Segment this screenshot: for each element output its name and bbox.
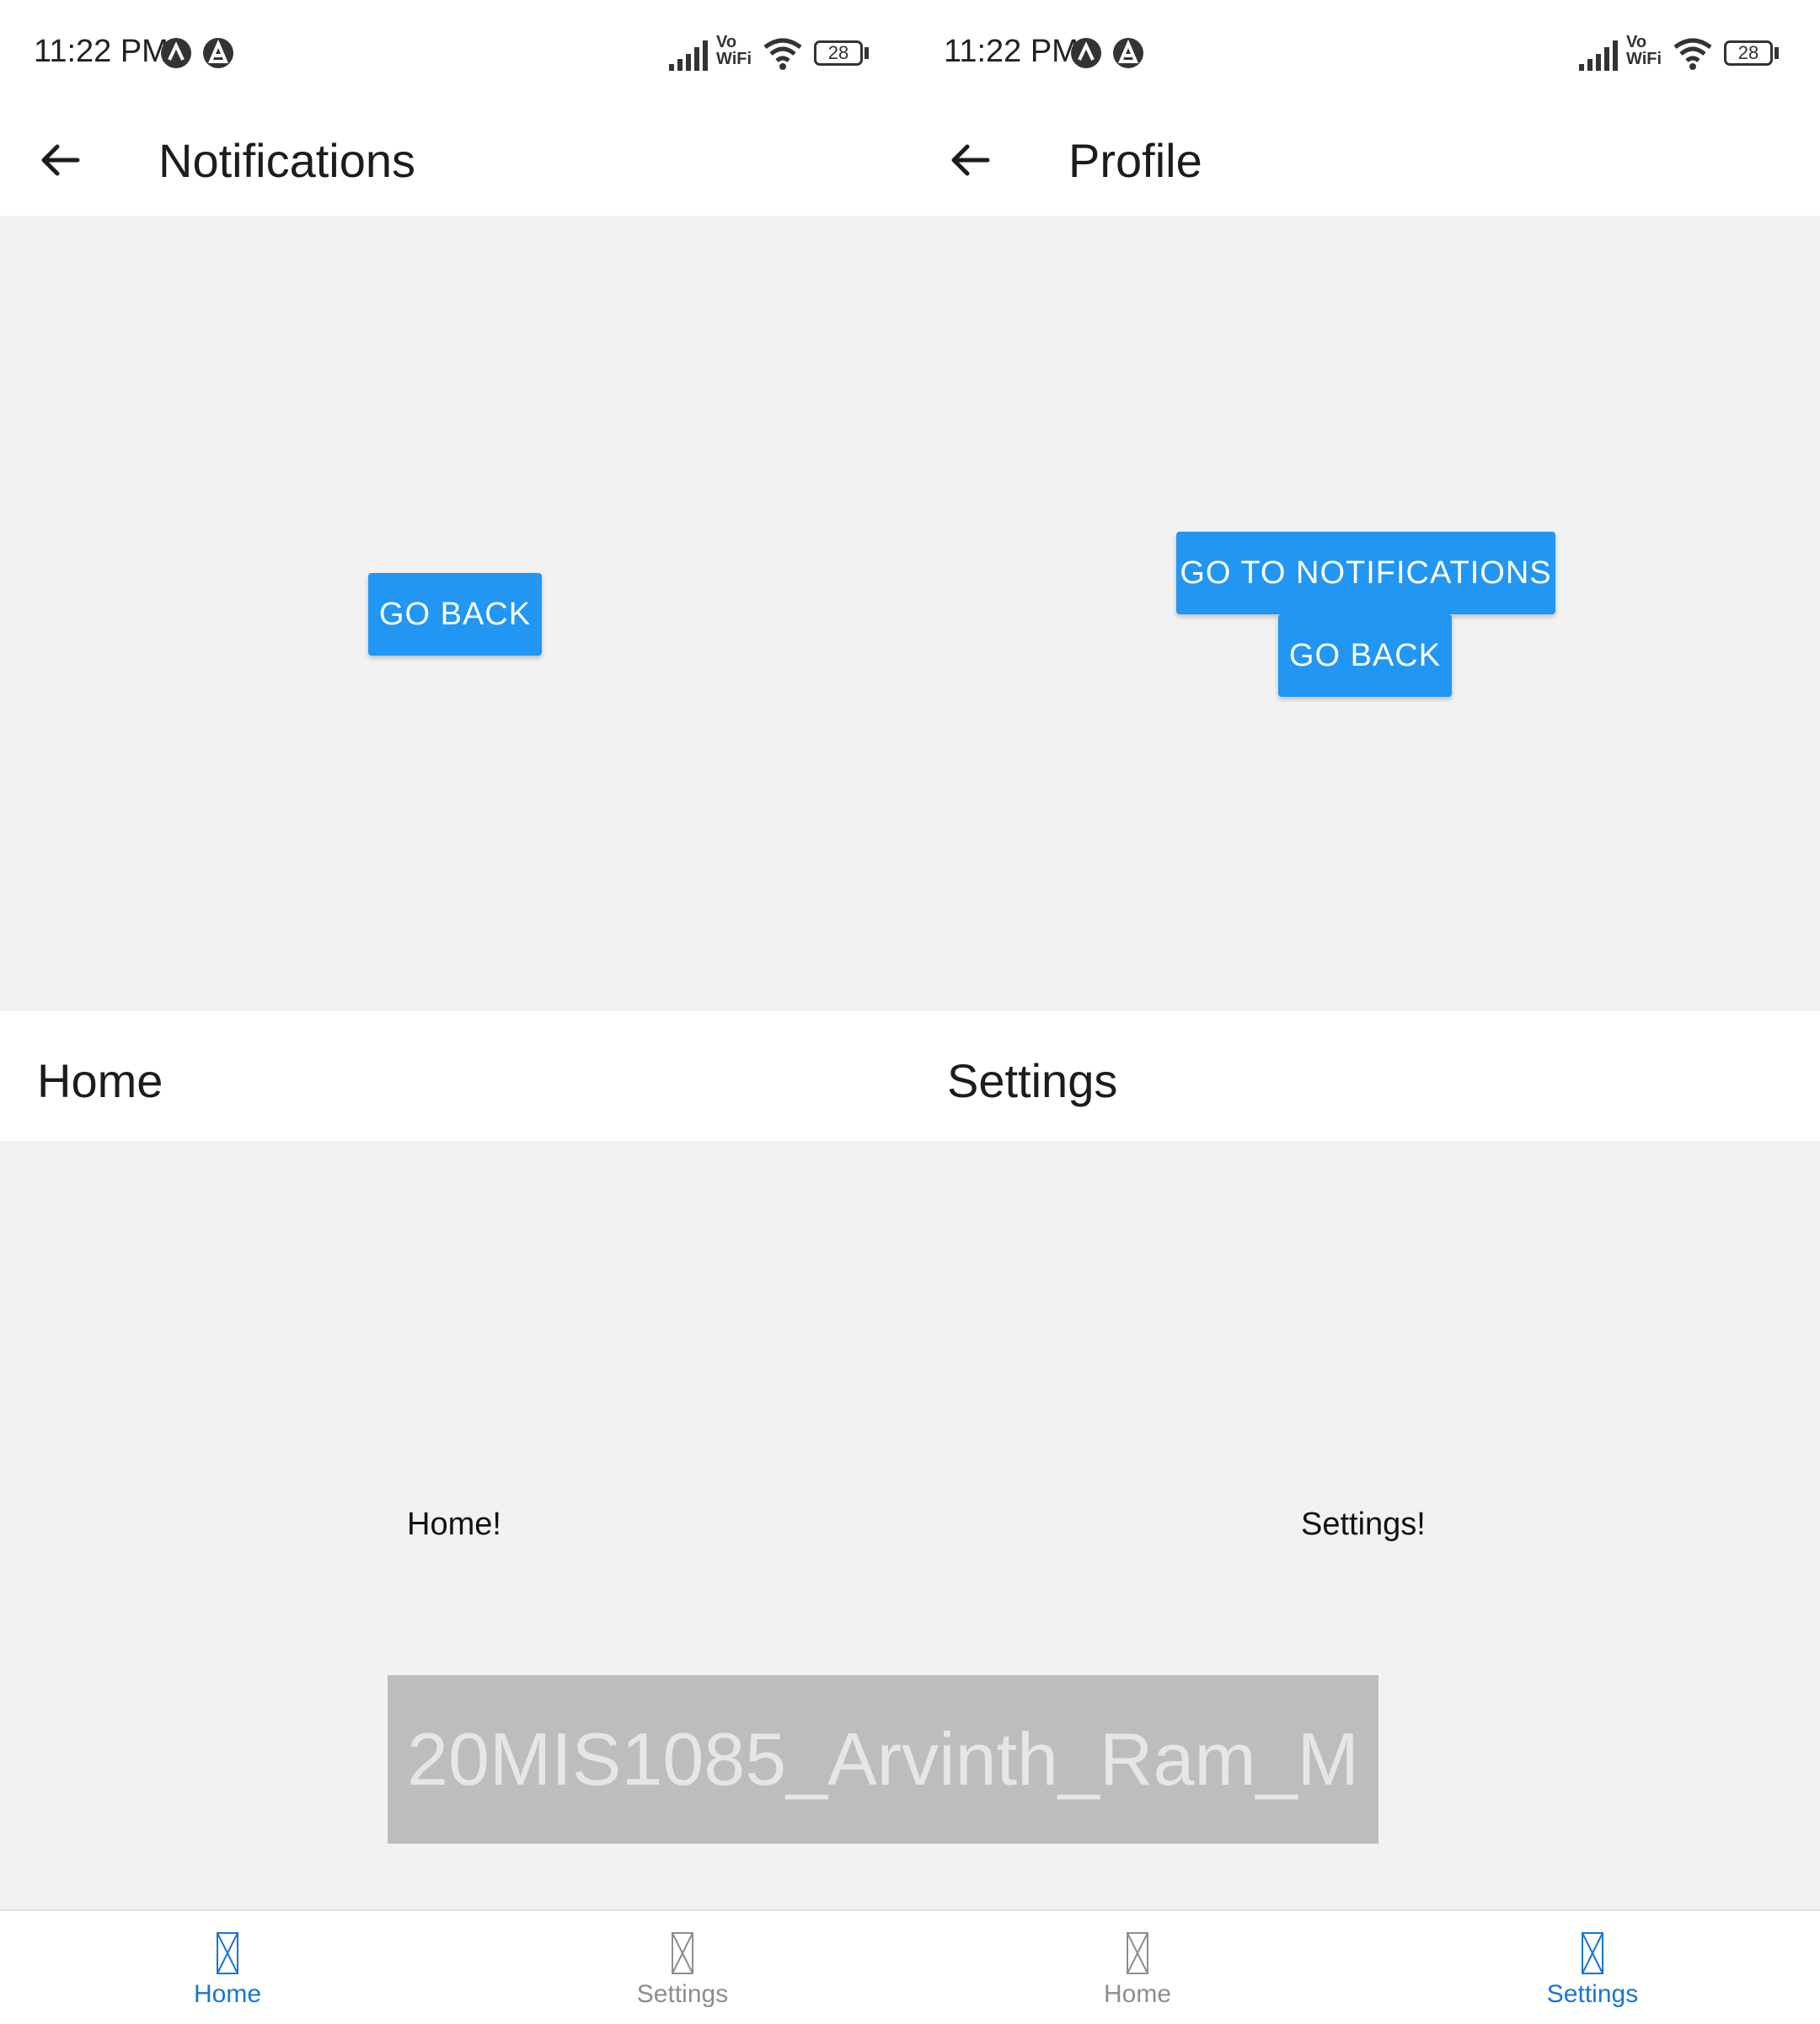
vowifi-bottom: WiFi	[1626, 50, 1662, 68]
tab-label: Home	[193, 1980, 262, 2008]
tab-label: Home	[1103, 1980, 1172, 2008]
tab-header-left: Home	[0, 1011, 910, 1141]
battery-level: 28	[1737, 42, 1759, 63]
status-bar-left: 11:22 PM Vo WiFi 28	[0, 0, 910, 108]
status-time: 11:22 PM	[34, 34, 169, 69]
missing-glyph-icon	[217, 1932, 238, 1974]
stack-content-left: GO BACK	[0, 216, 910, 1011]
missing-glyph-icon	[1127, 1932, 1148, 1974]
wifi-icon	[763, 38, 802, 70]
tab-page-title: Home	[37, 1054, 163, 1107]
watermark-banner: 20MIS1085_Arvinth_Ram_M	[388, 1675, 1378, 1844]
back-arrow-icon[interactable]	[35, 135, 86, 185]
app-notification-icon	[203, 38, 233, 68]
battery-icon: 28	[814, 40, 863, 66]
tab-label: Settings	[636, 1980, 729, 2008]
back-arrow-icon[interactable]	[945, 135, 996, 185]
go-back-button[interactable]: GO BACK	[1278, 614, 1452, 697]
stack-content-right: GO TO NOTIFICATIONS GO BACK	[910, 216, 1820, 1011]
tab-home[interactable]: Home	[0, 1911, 455, 2024]
settings-text: Settings!	[1301, 1507, 1426, 1542]
page-title: Profile	[1068, 134, 1202, 187]
app-notification-icon	[161, 38, 191, 68]
stack-header-right: Profile	[910, 108, 1820, 216]
go-to-notifications-button[interactable]: GO TO NOTIFICATIONS	[1176, 532, 1555, 614]
tab-bar-left: Home Settings	[0, 1909, 910, 2024]
tab-header-right: Settings	[910, 1011, 1820, 1141]
tab-page-title: Settings	[947, 1054, 1118, 1107]
vowifi-top: Vo	[1626, 33, 1647, 51]
app-notification-icon	[1113, 38, 1143, 68]
wifi-icon	[1673, 38, 1712, 70]
status-bar-right: 11:22 PM Vo WiFi 28	[910, 0, 1820, 108]
home-text: Home!	[407, 1507, 501, 1542]
signal-icon	[1579, 40, 1618, 71]
page-title: Notifications	[158, 134, 416, 187]
tab-bar-right: Home Settings	[910, 1909, 1820, 2024]
vowifi-top: Vo	[716, 33, 737, 51]
watermark-text: 20MIS1085_Arvinth_Ram_M	[407, 1717, 1359, 1801]
stack-header-left: Notifications	[0, 108, 910, 216]
status-time: 11:22 PM	[944, 34, 1079, 69]
battery-cap	[1774, 47, 1779, 59]
vowifi-indicator: Vo WiFi	[716, 34, 758, 67]
vowifi-indicator: Vo WiFi	[1626, 34, 1668, 67]
tab-settings[interactable]: Settings	[1365, 1911, 1820, 2024]
battery-cap	[864, 47, 869, 59]
vowifi-bottom: WiFi	[716, 50, 752, 68]
signal-icon	[669, 40, 708, 71]
tab-home[interactable]: Home	[910, 1911, 1365, 2024]
screenshot-root: 11:22 PM Vo WiFi 28 Notifications GO BAC…	[0, 0, 1820, 2024]
missing-glyph-icon	[1582, 1932, 1603, 1974]
battery-icon: 28	[1724, 40, 1773, 66]
go-back-button[interactable]: GO BACK	[368, 573, 542, 656]
tab-settings[interactable]: Settings	[455, 1911, 910, 2024]
app-notification-icon	[1071, 38, 1101, 68]
battery-level: 28	[827, 42, 849, 63]
tab-label: Settings	[1546, 1980, 1639, 2008]
missing-glyph-icon	[672, 1932, 693, 1974]
